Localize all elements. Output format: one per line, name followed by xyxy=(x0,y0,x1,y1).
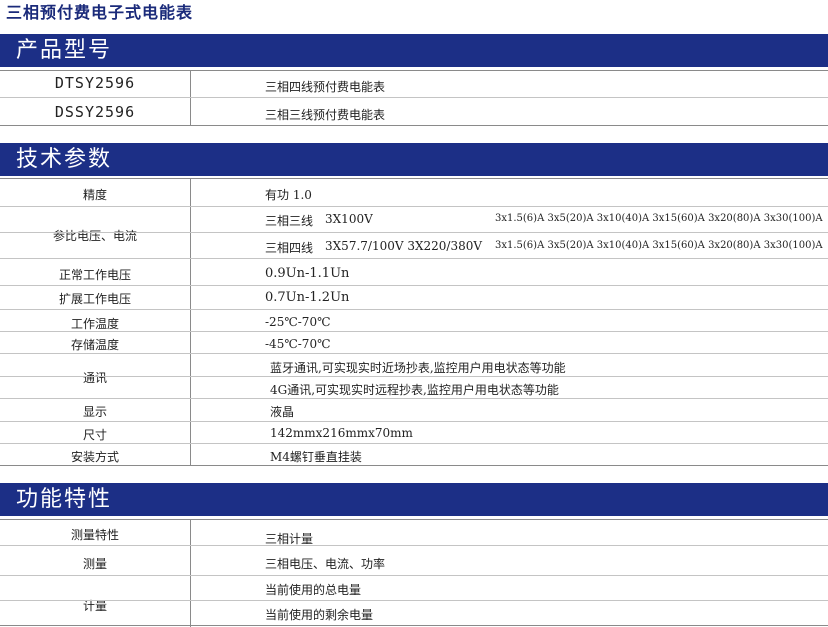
spec-label-size: 尺寸 xyxy=(82,428,107,442)
column-divider xyxy=(190,519,191,627)
divider xyxy=(0,70,828,71)
model-desc: 三相三线预付费电能表 xyxy=(265,108,386,122)
divider xyxy=(0,232,828,233)
spec-label-storage-temp: 存储温度 xyxy=(70,338,119,352)
feature-value-metering-remaining: 当前使用的剩余电量 xyxy=(265,608,374,622)
feature-label-measure: 测量 xyxy=(82,557,107,571)
spec-value-storage-temp: -45℃-70℃ xyxy=(265,337,331,351)
divider xyxy=(0,421,828,422)
spec-value-display: 液晶 xyxy=(270,405,295,419)
divider xyxy=(0,398,828,399)
divider xyxy=(0,519,828,520)
section-header-tech: 技术参数 xyxy=(0,143,828,176)
spec-label-comm: 通讯 xyxy=(82,371,107,385)
divider xyxy=(0,285,828,286)
model-code: DSSY2596 xyxy=(54,103,136,121)
divider xyxy=(0,331,828,332)
page-title: 三相预付费电子式电能表 xyxy=(6,3,194,22)
spec-label-working-temp: 工作温度 xyxy=(70,317,119,331)
feature-value-measure: 三相电压、电流、功率 xyxy=(265,557,386,571)
spec-value-comm-bluetooth: 蓝牙通讯,可实现实时近场抄表,监控用户用电状态等功能 xyxy=(270,361,566,375)
divider xyxy=(0,125,828,126)
spec-label-ref: 参比电压、电流 xyxy=(52,229,137,243)
column-divider xyxy=(190,178,191,466)
divider xyxy=(0,178,828,179)
three-wire-voltage: 3X100V xyxy=(325,212,373,226)
spec-value-accuracy: 有功 1.0 xyxy=(265,188,312,202)
column-divider xyxy=(190,70,191,126)
spec-value-comm-4g: 4G通讯,可实现实时远程抄表,监控用户用电状态等功能 xyxy=(270,383,559,397)
spec-value-normal-voltage: 0.9Un-1.1Un xyxy=(265,266,350,281)
divider xyxy=(0,600,828,601)
four-wire-currents: 3x1.5(6)A 3x5(20)A 3x10(40)A 3x15(60)A 3… xyxy=(495,240,823,251)
feature-label-measure-type: 测量特性 xyxy=(70,528,119,542)
divider xyxy=(0,206,828,207)
divider xyxy=(0,258,828,259)
spec-value-size: 142mmx216mmx70mm xyxy=(270,426,413,440)
spec-label-install: 安装方式 xyxy=(70,450,119,464)
divider xyxy=(0,625,828,626)
divider xyxy=(0,545,828,546)
three-wire-currents: 3x1.5(6)A 3x5(20)A 3x10(40)A 3x15(60)A 3… xyxy=(495,213,823,224)
spec-label-extended-voltage: 扩展工作电压 xyxy=(58,292,131,306)
spec-label-display: 显示 xyxy=(82,405,107,419)
spec-label-normal-voltage: 正常工作电压 xyxy=(58,268,131,282)
four-wire-name: 三相四线 xyxy=(265,241,314,255)
spec-value-install: M4螺钉垂直挂装 xyxy=(270,450,362,464)
divider xyxy=(0,465,828,466)
spec-value-extended-voltage: 0.7Un-1.2Un xyxy=(265,290,350,305)
feature-value-metering-total: 当前使用的总电量 xyxy=(265,583,362,597)
divider xyxy=(0,443,828,444)
three-wire-name: 三相三线 xyxy=(265,214,314,228)
section-header-features: 功能特性 xyxy=(0,483,828,516)
divider xyxy=(0,353,828,354)
divider xyxy=(0,575,828,576)
four-wire-voltage: 3X57.7/100V 3X220/380V xyxy=(325,239,483,253)
model-code: DTSY2596 xyxy=(54,74,136,92)
model-desc: 三相四线预付费电能表 xyxy=(265,80,386,94)
spec-value-working-temp: -25℃-70℃ xyxy=(265,315,331,329)
spec-label-accuracy: 精度 xyxy=(82,188,107,202)
divider xyxy=(0,97,828,98)
divider xyxy=(0,376,828,377)
divider xyxy=(0,309,828,310)
section-header-models: 产品型号 xyxy=(0,34,828,67)
